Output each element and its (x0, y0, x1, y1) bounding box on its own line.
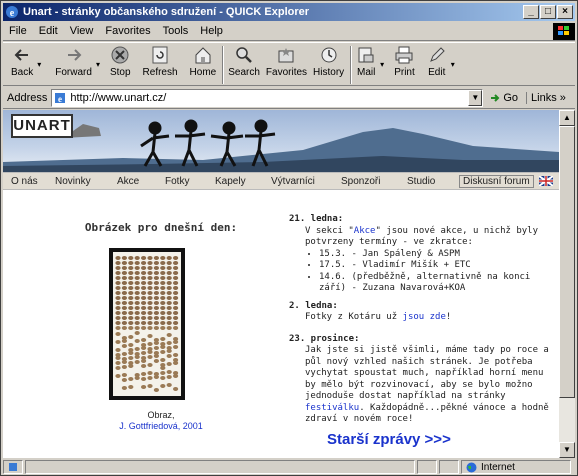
edit-dropdown-icon[interactable]: ▾ (451, 60, 455, 69)
search-button[interactable]: Search (228, 43, 260, 78)
edit-button[interactable]: Edit (427, 43, 447, 78)
painting-image[interactable] (109, 248, 185, 400)
svg-text:e: e (58, 94, 62, 104)
ie-logo-icon: e (6, 6, 18, 19)
home-icon (195, 47, 211, 64)
scroll-up-icon[interactable]: ▲ (559, 110, 575, 126)
svg-text:e: e (10, 8, 15, 19)
forward-button[interactable]: Forward (55, 43, 92, 78)
toolbar-separator (222, 46, 225, 84)
nav-studio[interactable]: Studio (407, 176, 435, 187)
links-button[interactable]: Links » (526, 91, 566, 104)
go-button[interactable]: Go (489, 92, 518, 104)
menu-bar: File Edit View Favorites Tools Help (3, 22, 575, 41)
photos-link[interactable]: jsou zde (403, 312, 446, 322)
status-panel (417, 460, 437, 474)
status-page-icon (3, 460, 23, 474)
minimize-button[interactable]: _ (523, 5, 539, 19)
windows-logo-icon (553, 22, 575, 40)
address-field[interactable]: e ▼ (51, 88, 484, 107)
mail-dropdown-icon[interactable]: ▾ (380, 60, 384, 69)
stop-icon (111, 46, 129, 64)
nav-fotky[interactable]: Fotky (165, 176, 189, 187)
close-button[interactable]: × (557, 5, 573, 19)
back-button[interactable]: Back (11, 43, 33, 78)
title-bar: e Unart - stránky občanského sdružení - … (3, 3, 575, 21)
list-item: 14.6. (předběžně, alternativně na konci … (319, 272, 551, 295)
banner-landscape-image (3, 119, 559, 172)
favorites-icon (278, 48, 294, 63)
news-body: Jak jste si jistě všimli, máme tady po r… (305, 345, 549, 424)
site-nav: O nás Novinky Akce Fotky Kapely Výtvarní… (3, 172, 559, 190)
english-flag-icon[interactable] (539, 176, 553, 186)
site-logo[interactable]: UNART (11, 114, 73, 138)
history-icon (321, 47, 337, 63)
menu-view[interactable]: View (70, 25, 94, 37)
festival-link[interactable]: festiválku (305, 403, 359, 413)
globe-icon (466, 462, 477, 472)
akce-link[interactable]: Akce (354, 226, 376, 236)
print-button[interactable]: Print (394, 43, 415, 78)
back-dropdown-icon[interactable]: ▾ (37, 60, 41, 69)
refresh-button[interactable]: Refresh (143, 43, 178, 78)
maximize-button[interactable]: □ (540, 5, 556, 19)
news-date: 2. ledna: (289, 300, 338, 311)
stop-button[interactable]: Stop (110, 43, 131, 78)
home-button[interactable]: Home (190, 43, 216, 78)
vertical-scrollbar[interactable]: ▲ ▼ (559, 110, 575, 458)
nav-vytvarnici[interactable]: Výtvarníci (271, 176, 315, 187)
menu-edit[interactable]: Edit (39, 25, 58, 37)
toolbar: Back ▾ Forward ▾ Stop Refresh Home Searc… (3, 42, 575, 86)
nav-diskusni-forum[interactable]: Diskusní forum (459, 174, 534, 188)
menu-tools[interactable]: Tools (163, 25, 189, 37)
toolbar-separator (350, 46, 353, 84)
older-news-link[interactable]: Starší zprávy >>> (327, 432, 551, 446)
news-body: Fotky z Kotáru už jsou zde! (305, 312, 452, 322)
forward-dropdown-icon[interactable]: ▾ (96, 60, 100, 69)
painting-caption: Obraz, (147, 410, 175, 420)
scroll-thumb[interactable] (559, 126, 575, 398)
news-date: 23. prosince: (289, 333, 360, 344)
page-content: UNART O nás Novinky Akce Fotky Kapely Vý… (3, 110, 559, 458)
status-bar: Internet (3, 459, 575, 475)
history-button[interactable]: History (313, 43, 344, 78)
news-body: V sekci "Akce" jsou nové akce, u nichž b… (305, 226, 551, 295)
go-arrow-icon (491, 93, 500, 102)
menu-help[interactable]: Help (200, 25, 223, 37)
news-column: 21. ledna: V sekci "Akce" jsou nové akce… (289, 214, 551, 446)
nav-novinky[interactable]: Novinky (55, 176, 91, 187)
status-zone: Internet (461, 460, 571, 474)
window-title: Unart - stránky občanského sdružení - QU… (23, 6, 310, 18)
address-dropdown-icon[interactable]: ▼ (468, 89, 483, 106)
address-input[interactable] (70, 91, 461, 104)
menu-favorites[interactable]: Favorites (105, 25, 150, 37)
page-icon: e (55, 92, 66, 104)
nav-sponzori[interactable]: Sponzoři (341, 176, 380, 187)
print-icon (395, 46, 413, 64)
site-banner: UNART (3, 110, 559, 172)
news-date: 21. ledna: (289, 214, 344, 224)
status-text (25, 460, 415, 474)
search-icon (236, 47, 252, 63)
scroll-down-icon[interactable]: ▼ (559, 442, 575, 458)
mail-icon (358, 47, 374, 63)
nav-akce[interactable]: Akce (117, 176, 139, 187)
menu-file[interactable]: File (9, 25, 27, 37)
edit-icon (429, 47, 445, 62)
mail-button[interactable]: Mail (356, 43, 376, 78)
nav-o-nas[interactable]: O nás (11, 176, 38, 187)
forward-arrow-icon (67, 49, 82, 61)
refresh-icon (152, 46, 168, 64)
nav-kapely[interactable]: Kapely (215, 176, 246, 187)
status-panel (439, 460, 459, 474)
back-arrow-icon (14, 49, 29, 61)
address-bar: Address e ▼ Go Links » (3, 87, 575, 109)
image-of-day-title: Obrázek pro dnešní den: (84, 221, 238, 234)
list-item: 17.5. - Vladimír Mišík + ETC (319, 260, 551, 272)
favorites-button[interactable]: Favorites (266, 43, 307, 78)
browser-window: e Unart - stránky občanského sdružení - … (0, 0, 578, 476)
list-item: 15.3. - Jan Spálený & ASPM (319, 249, 551, 261)
address-label: Address (7, 91, 48, 104)
painting-author-link[interactable]: J. Gottfriedová, 2001 (71, 421, 251, 431)
